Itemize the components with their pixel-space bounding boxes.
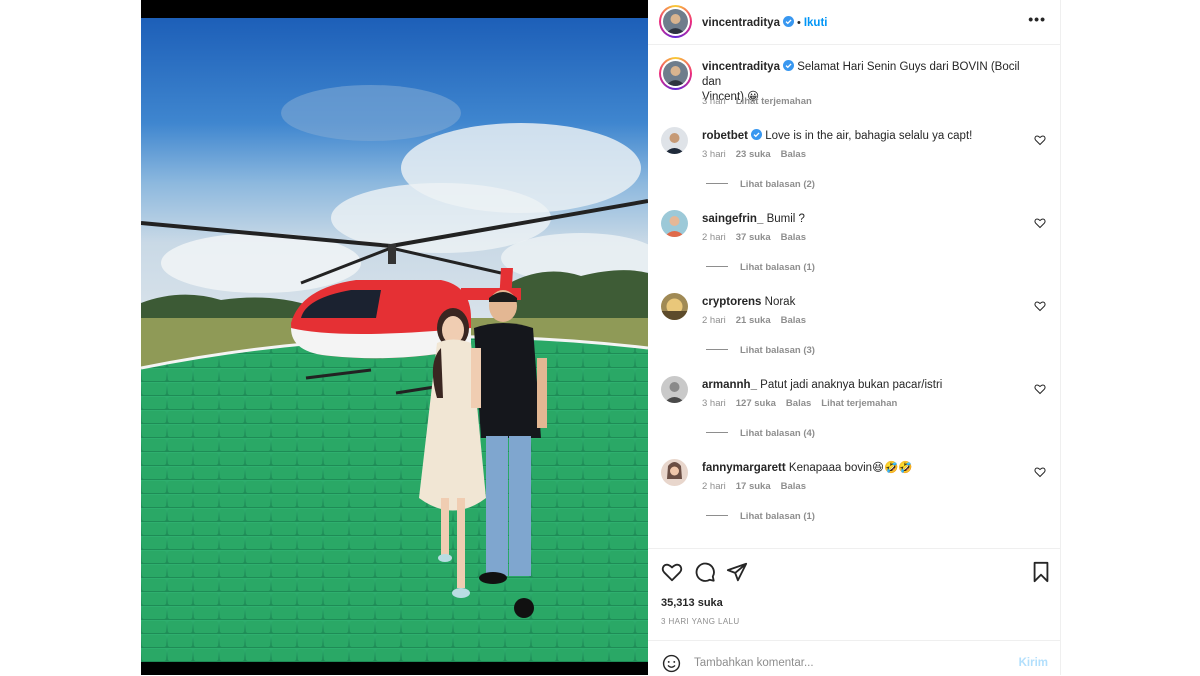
- comment-body: Bumil ?: [766, 213, 805, 225]
- view-replies-button[interactable]: Lihat balasan (1): [706, 511, 815, 522]
- likes-count[interactable]: 35,313 suka: [661, 597, 723, 609]
- caption-translate-link[interactable]: Lihat terjemahan: [736, 96, 812, 107]
- comment-text: robetbet Love is in the air, bahagia sel…: [702, 129, 1032, 144]
- verified-badge-icon: [782, 16, 794, 27]
- comment-input[interactable]: Tambahkan komentar...: [694, 657, 814, 669]
- more-options-icon[interactable]: •••: [1028, 11, 1046, 27]
- comment-item: robetbet Love is in the air, bahagia sel…: [648, 127, 1060, 197]
- comment-time: 2 hari: [702, 232, 726, 243]
- comment-meta: 2 hari 21 suka Balas: [702, 315, 816, 326]
- reply-button[interactable]: Balas: [786, 398, 811, 409]
- comment-likes[interactable]: 37 suka: [736, 232, 771, 243]
- commenter-avatar[interactable]: [661, 127, 688, 154]
- comment-username[interactable]: robetbet: [702, 130, 748, 142]
- commenter-avatar[interactable]: [661, 376, 688, 403]
- bookmark-icon[interactable]: [1030, 561, 1052, 583]
- caption-time: 3 hari: [702, 96, 726, 107]
- comment-meta: 3 hari 127 suka Balas Lihat terjemahan: [702, 398, 907, 409]
- comment-item: armannh_ Patut jadi anaknya bukan pacar/…: [648, 376, 1060, 446]
- caption-meta: 3 hari Lihat terjemahan: [702, 96, 822, 107]
- comment-body: Kenapaaa bovin😆🤣🤣: [788, 462, 913, 474]
- post-comment-button[interactable]: Kirim: [1019, 657, 1048, 669]
- comments-list[interactable]: vincentraditya Selamat Hari Senin Guys d…: [648, 45, 1060, 548]
- post-actions: 35,313 suka 3 HARI YANG LALU: [648, 548, 1060, 641]
- view-replies-button[interactable]: Lihat balasan (2): [706, 179, 815, 190]
- comment-time: 2 hari: [702, 315, 726, 326]
- view-replies-button[interactable]: Lihat balasan (1): [706, 262, 815, 273]
- comment-meta: 2 hari 17 suka Balas: [702, 481, 816, 492]
- comment-text: saingefrin_ Bumil ?: [702, 212, 1032, 227]
- comment-likes[interactable]: 17 suka: [736, 481, 771, 492]
- reply-button[interactable]: Balas: [781, 232, 806, 243]
- follow-button[interactable]: Ikuti: [804, 17, 828, 29]
- comment-body: Love is in the air, bahagia selalu ya ca…: [765, 130, 973, 142]
- comment-username[interactable]: cryptorens: [702, 296, 761, 308]
- reply-button[interactable]: Balas: [781, 149, 806, 160]
- heart-icon[interactable]: [1034, 383, 1046, 395]
- verified-badge-icon: [782, 60, 794, 71]
- view-replies-button[interactable]: Lihat balasan (4): [706, 428, 815, 439]
- commenter-avatar[interactable]: [661, 293, 688, 320]
- view-replies-button[interactable]: Lihat balasan (3): [706, 345, 815, 356]
- comment-item: fannymargarett Kenapaaa bovin😆🤣🤣 2 hari 1…: [648, 459, 1060, 529]
- add-comment-bar: Tambahkan komentar... Kirim: [648, 640, 1060, 676]
- post-photo[interactable]: [141, 0, 648, 675]
- author-avatar-small[interactable]: [659, 57, 692, 90]
- reply-button[interactable]: Balas: [781, 481, 806, 492]
- comment-text: armannh_ Patut jadi anaknya bukan pacar/…: [702, 378, 1032, 393]
- comment-likes[interactable]: 127 suka: [736, 398, 776, 409]
- verified-badge-icon: [751, 129, 762, 140]
- comment-time: 2 hari: [702, 481, 726, 492]
- heart-icon[interactable]: [1034, 300, 1046, 312]
- emoji-icon[interactable]: [662, 654, 681, 673]
- comment-body: Norak: [764, 296, 796, 308]
- comment-username[interactable]: fannymargarett: [702, 462, 786, 474]
- helicopter-couple-photo: [141, 18, 648, 662]
- post-header: vincentraditya • Ikuti •••: [648, 0, 1060, 45]
- comment-username[interactable]: saingefrin_: [702, 213, 763, 225]
- commenter-avatar[interactable]: [661, 459, 688, 486]
- comment-meta: 3 hari 23 suka Balas: [702, 149, 816, 160]
- comment-time: 3 hari: [702, 149, 726, 160]
- comment-likes[interactable]: 21 suka: [736, 315, 771, 326]
- heart-icon[interactable]: [661, 561, 683, 583]
- comment-item: saingefrin_ Bumil ? 2 hari 37 suka Balas L…: [648, 210, 1060, 280]
- comment-translate-link[interactable]: Lihat terjemahan: [821, 398, 897, 409]
- author-avatar[interactable]: [659, 5, 692, 38]
- comment-icon[interactable]: [694, 561, 716, 583]
- comment-item: cryptorens Norak 2 hari 21 suka Balas Liha…: [648, 293, 1060, 363]
- heart-icon[interactable]: [1034, 466, 1046, 478]
- comment-time: 3 hari: [702, 398, 726, 409]
- comment-meta: 2 hari 37 suka Balas: [702, 232, 816, 243]
- heart-icon[interactable]: [1034, 217, 1046, 229]
- heart-icon[interactable]: [1034, 134, 1046, 146]
- separator-dot: •: [796, 17, 801, 29]
- caption-username[interactable]: vincentraditya: [702, 61, 780, 73]
- comment-text: fannymargarett Kenapaaa bovin😆🤣🤣: [702, 461, 1032, 476]
- reply-button[interactable]: Balas: [781, 315, 806, 326]
- commenter-avatar[interactable]: [661, 210, 688, 237]
- comment-text: cryptorens Norak: [702, 295, 1032, 310]
- share-icon[interactable]: [726, 561, 748, 583]
- post-detail-panel: vincentraditya • Ikuti ••• vincentraditya …: [648, 0, 1061, 675]
- comment-username[interactable]: armannh_: [702, 379, 757, 391]
- comment-likes[interactable]: 23 suka: [736, 149, 771, 160]
- author-username[interactable]: vincentraditya: [702, 17, 780, 29]
- post-timestamp: 3 HARI YANG LALU: [661, 617, 740, 626]
- post-caption: vincentraditya Selamat Hari Senin Guys d…: [648, 57, 1060, 127]
- comment-body: Patut jadi anaknya bukan pacar/istri: [760, 379, 943, 391]
